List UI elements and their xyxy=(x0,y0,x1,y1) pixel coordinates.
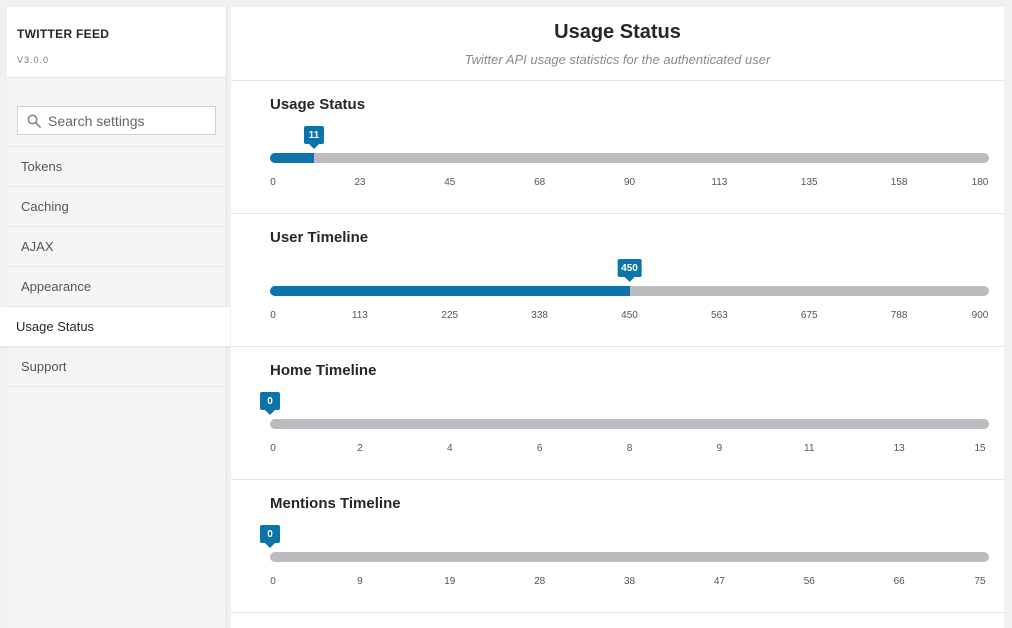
usage-section: Usage Status 11 0 23 45 68 90 113 135 158 180 xyxy=(231,81,1004,214)
tick-label: 38 xyxy=(623,576,636,587)
usage-track xyxy=(270,153,989,163)
tick-label: 0 xyxy=(270,443,276,454)
tick-label: 13 xyxy=(893,443,905,454)
tick-label: 23 xyxy=(354,177,366,188)
sidebar-item-usage-status[interactable]: Usage Status xyxy=(0,307,230,347)
brand-title: TWITTER FEED xyxy=(17,27,110,41)
tick-label: 15 xyxy=(974,443,986,454)
value-bubble: 0 xyxy=(260,392,280,415)
tick-label: 28 xyxy=(534,576,546,587)
tick-label: 66 xyxy=(893,576,905,587)
tick-label: 0 xyxy=(270,310,276,321)
tick-label: 0 xyxy=(270,177,276,188)
section-title: Home Timeline xyxy=(270,362,377,379)
page-subtitle: Twitter API usage statistics for the aut… xyxy=(464,52,771,67)
tick-label: 9 xyxy=(716,443,723,454)
tick-label: 900 xyxy=(971,310,989,321)
tick-label: 75 xyxy=(974,576,986,587)
tick-labels: 0 9 19 28 38 47 56 66 75 xyxy=(270,576,989,590)
usage-track xyxy=(270,286,989,296)
version-label: V3.0.0 xyxy=(17,55,50,65)
tick-label: 45 xyxy=(444,177,456,188)
main-panel: Usage Status Twitter API usage statistic… xyxy=(231,7,1004,628)
sidebar-nav: Tokens Caching AJAX Appearance Usage Status S… xyxy=(0,147,230,387)
tick-label: 158 xyxy=(890,177,908,188)
tick-label: 338 xyxy=(531,310,548,321)
sidebar-item-ajax[interactable]: AJAX xyxy=(7,227,226,267)
tick-label: 788 xyxy=(890,310,908,321)
tick-label: 113 xyxy=(351,310,368,321)
tick-label: 4 xyxy=(446,443,453,454)
page-title: Usage Status xyxy=(554,21,681,43)
value-bubble: 0 xyxy=(260,525,280,548)
usage-fill xyxy=(270,286,630,296)
usage-section: User Timeline 450 0 113 225 338 450 563 675 788 90… xyxy=(231,214,1004,347)
sidebar-item-tokens[interactable]: Tokens xyxy=(7,147,226,187)
sidebar-item-support[interactable]: Support xyxy=(7,347,226,387)
section-title: Usage Status xyxy=(270,96,366,113)
tick-label: 9 xyxy=(357,576,363,587)
search-box[interactable] xyxy=(17,106,216,135)
tick-label: 225 xyxy=(441,310,459,321)
section-title: User Timeline xyxy=(270,229,369,246)
usage-fill xyxy=(270,153,314,163)
tick-label: 68 xyxy=(534,177,546,188)
value-bubble: 450 xyxy=(617,259,642,282)
brand-header: TWITTER FEED V3.0.0 xyxy=(7,7,226,78)
tick-label: 113 xyxy=(711,177,728,188)
tick-label: 56 xyxy=(803,576,815,587)
sidebar: TWITTER FEED V3.0.0 TokensCachingAJAXApp… xyxy=(0,7,230,628)
usage-section: Home Timeline 0 0 2 4 6 8 9 11 13 15 xyxy=(231,347,1004,480)
search-icon xyxy=(26,113,42,129)
page-header: Usage Status Twitter API usage statistic… xyxy=(231,7,1004,81)
tick-label: 450 xyxy=(621,310,638,321)
search-container xyxy=(7,91,226,147)
sidebar-item-caching[interactable]: Caching xyxy=(7,187,226,227)
tick-label: 563 xyxy=(711,310,728,321)
usage-track xyxy=(270,552,989,562)
tick-label: 135 xyxy=(800,177,818,188)
usage-track xyxy=(270,419,989,429)
tick-label: 180 xyxy=(971,177,989,188)
tick-labels: 0 23 45 68 90 113 135 158 180 xyxy=(270,177,989,191)
value-bubble: 11 xyxy=(303,126,324,149)
tick-label: 2 xyxy=(357,443,363,454)
tick-labels: 0 113 225 338 450 563 675 788 900 xyxy=(270,310,989,324)
usage-sections: Usage Status 11 0 23 45 68 90 113 135 158 180 User … xyxy=(231,81,1004,613)
search-input[interactable] xyxy=(46,111,210,130)
tick-label: 19 xyxy=(444,576,456,587)
section-title: Mentions Timeline xyxy=(270,495,401,512)
tick-label: 47 xyxy=(713,576,725,587)
tick-label: 675 xyxy=(800,310,818,321)
sidebar-item-appearance[interactable]: Appearance xyxy=(7,267,226,307)
tick-label: 90 xyxy=(623,177,636,188)
tick-label: 0 xyxy=(270,576,276,587)
tick-label: 6 xyxy=(536,443,543,454)
tick-label: 11 xyxy=(804,443,815,454)
tick-label: 8 xyxy=(626,443,633,454)
tick-labels: 0 2 4 6 8 9 11 13 15 xyxy=(270,443,989,457)
usage-section: Mentions Timeline 0 0 9 19 28 38 47 56 66 75 xyxy=(231,480,1004,613)
